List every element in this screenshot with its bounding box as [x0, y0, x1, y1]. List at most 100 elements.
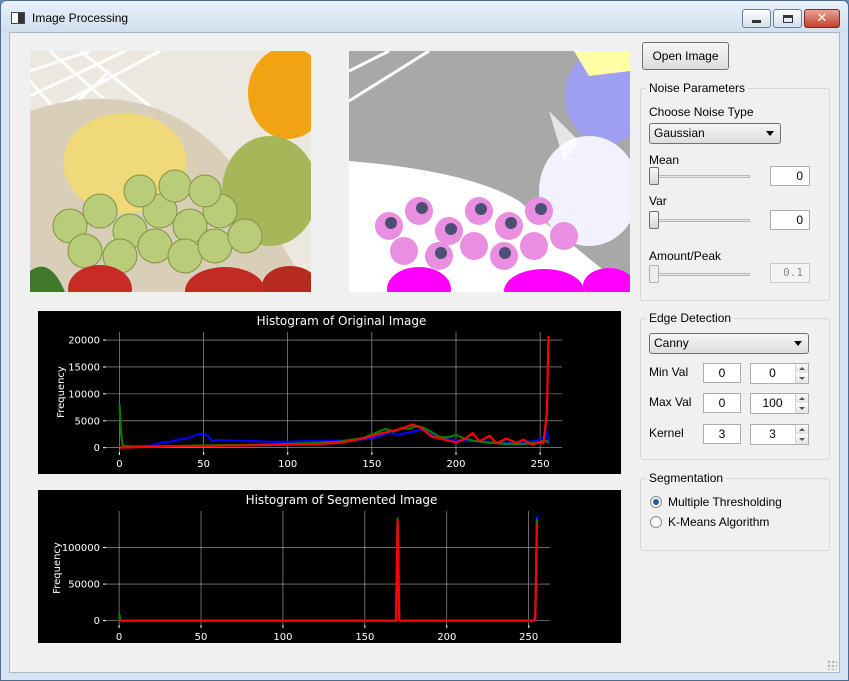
radio-kmeans[interactable]: K-Means Algorithm [650, 515, 769, 529]
min-val-label: Min Val [649, 365, 689, 379]
close-icon: ✕ [816, 11, 828, 26]
client-area: Histogram of Original Image 0 50 100 150 200 2… [9, 32, 840, 673]
amount-peak-value-field[interactable]: 0.1 [770, 263, 810, 283]
chevron-down-icon [766, 131, 774, 136]
series-line-0 [119, 516, 538, 622]
max-val-label: Max Val [649, 395, 692, 409]
chevron-down-icon [799, 407, 805, 410]
kernel-field[interactable]: 3 [703, 424, 741, 444]
amount-peak-slider[interactable] [649, 264, 750, 284]
mean-slider-track [649, 175, 750, 178]
series-line-1 [118, 517, 538, 622]
kernel-label: Kernel [649, 426, 684, 440]
var-slider[interactable] [649, 210, 750, 230]
resize-grip-icon[interactable] [827, 660, 837, 670]
noise-type-label: Choose Noise Type [649, 105, 754, 119]
close-button[interactable]: ✕ [804, 9, 840, 28]
edge-method-value: Canny [654, 336, 689, 350]
segmented-histogram-chart: Histogram of Segmented Image 0 50 100 150 200… [38, 490, 621, 643]
segmented-histogram-svg: Histogram of Segmented Image 0 50 100 150 200… [52, 493, 550, 643]
chevron-down-icon [799, 377, 805, 380]
amount-peak-slider-handle[interactable] [649, 265, 659, 283]
segmented-image-drawing [349, 51, 630, 292]
radio-multiple-thresholding-label: Multiple Thresholding [668, 495, 782, 509]
x-tick-label: 250 [531, 459, 550, 470]
chevron-down-icon [799, 438, 805, 441]
radio-multiple-thresholding[interactable]: Multiple Thresholding [650, 495, 782, 509]
mean-value-field[interactable]: 0 [770, 166, 810, 186]
segmentation-group-title: Segmentation [646, 471, 727, 485]
y-tick-label: 10000 [68, 389, 100, 400]
var-value-field[interactable]: 0 [770, 210, 810, 230]
application-window: Image Processing ✕ Histogram of Original… [0, 0, 849, 681]
chevron-down-icon [794, 341, 802, 346]
y-tick-label: 15000 [68, 362, 100, 373]
max-val-spin-down[interactable] [795, 404, 808, 413]
x-tick-label: 0 [116, 459, 122, 470]
kernel-spin-up[interactable] [795, 425, 808, 434]
max-val-spin-value: 100 [762, 396, 783, 410]
amount-peak-label: Amount/Peak [649, 249, 722, 263]
mean-slider[interactable] [649, 166, 750, 186]
x-tick-label: 50 [195, 632, 208, 643]
minimize-button[interactable] [742, 9, 771, 28]
edge-detection-group: Edge Detection Canny Min Val 0 0 Max Val… [640, 311, 830, 460]
x-tick-label: 200 [437, 632, 456, 643]
noise-parameters-group: Noise Parameters Choose Noise Type Gauss… [640, 81, 830, 301]
max-val-spin-up[interactable] [795, 394, 808, 403]
y-tick-label: 0 [94, 443, 100, 454]
x-tick-label: 100 [273, 632, 292, 643]
original-image [30, 51, 311, 292]
mean-slider-handle[interactable] [649, 167, 659, 185]
maximize-button[interactable] [773, 9, 802, 28]
kernel-spin-value: 3 [769, 427, 776, 441]
y-tick-label: 50000 [68, 580, 100, 591]
x-tick-label: 150 [355, 632, 374, 643]
y-tick-label: 0 [94, 616, 100, 627]
max-val-spinbox[interactable]: 100 [750, 393, 809, 414]
mean-label: Mean [649, 153, 680, 167]
chart-title: Histogram of Segmented Image [246, 493, 438, 507]
var-slider-handle[interactable] [649, 211, 659, 229]
x-tick-label: 50 [197, 459, 210, 470]
y-axis-label: Frequency [52, 542, 63, 594]
radio-button[interactable] [650, 516, 662, 528]
title-bar[interactable]: Image Processing ✕ [1, 1, 848, 33]
noise-group-title: Noise Parameters [646, 81, 749, 95]
app-icon [11, 12, 25, 24]
minimize-icon [752, 20, 761, 23]
kernel-spin-down[interactable] [795, 435, 808, 444]
chart-title: Histogram of Original Image [257, 314, 427, 328]
y-axis-label: Frequency [56, 366, 67, 418]
open-image-button[interactable]: Open Image [642, 42, 729, 70]
window-title: Image Processing [32, 11, 129, 25]
original-histogram-chart: Histogram of Original Image 0 50 100 150 200 2… [38, 311, 621, 474]
kernel-spinbox[interactable]: 3 [750, 424, 809, 445]
min-val-spin-down[interactable] [795, 374, 808, 383]
original-histogram-svg: Histogram of Original Image 0 50 100 150 200 2… [56, 314, 562, 470]
noise-type-select[interactable]: Gaussian [649, 123, 781, 144]
chevron-up-icon [799, 428, 805, 431]
noise-type-value: Gaussian [654, 126, 705, 140]
maximize-icon [782, 14, 793, 23]
edge-group-title: Edge Detection [646, 311, 735, 325]
chevron-up-icon [799, 367, 805, 370]
y-tick-label: 20000 [68, 336, 100, 347]
amount-peak-slider-track [649, 273, 750, 276]
series-line-2 [119, 519, 538, 622]
edge-method-select[interactable]: Canny [649, 333, 809, 354]
min-val-spinbox[interactable]: 0 [750, 363, 809, 384]
segmented-image [349, 51, 630, 292]
x-tick-label: 250 [519, 632, 538, 643]
x-tick-label: 100 [278, 459, 297, 470]
var-slider-track [649, 219, 750, 222]
radio-button-checked[interactable] [650, 496, 662, 508]
min-val-field[interactable]: 0 [703, 363, 741, 383]
y-tick-label: 100000 [62, 543, 100, 554]
min-val-spin-up[interactable] [795, 364, 808, 373]
series-line-2 [119, 335, 550, 449]
x-tick-label: 150 [362, 459, 381, 470]
max-val-field[interactable]: 0 [703, 393, 741, 413]
original-image-drawing [30, 51, 311, 292]
radio-kmeans-label: K-Means Algorithm [668, 515, 770, 529]
